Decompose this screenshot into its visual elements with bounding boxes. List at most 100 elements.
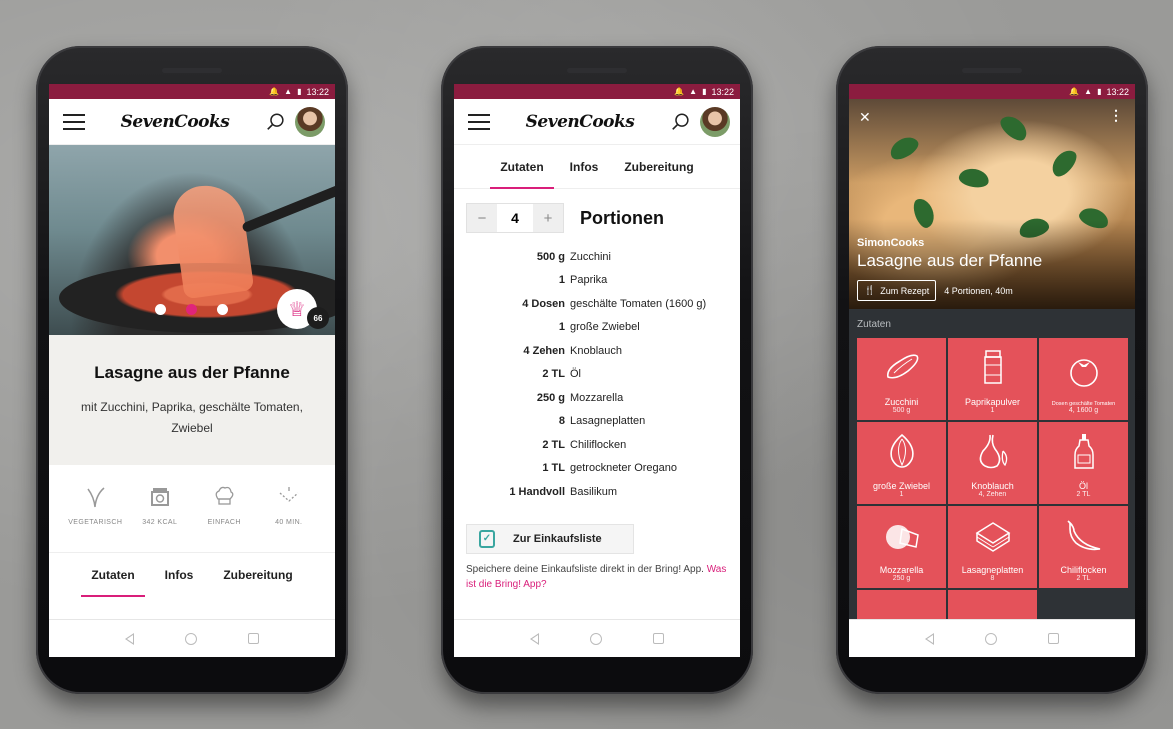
signal-icon: ▲ [284,87,293,96]
menu-icon[interactable] [63,113,85,130]
ingredient-row: 1 große Zwiebel [558,321,640,334]
chili-icon [1066,520,1100,551]
property-calories: 342 KCAL [130,483,190,552]
back-icon[interactable] [124,632,134,645]
recipe-title: Lasagne aus der Pfanne [94,363,290,382]
rating-count-badge: 66 [307,307,329,329]
recipe-hero-image[interactable]: ♕ 66 [49,145,335,335]
phone-speaker [567,68,627,73]
ingredient-tile[interactable]: große Zwiebel 1 [857,422,946,504]
home-icon[interactable] [589,632,602,645]
carousel-dot[interactable] [217,304,228,315]
back-icon[interactable] [529,632,539,645]
recipe-title: Lasagne aus der Pfanne [857,251,1043,270]
recipe-hero-image: ✕ ⋮ SimonCooks Lasagne aus der Pfanne 🍴 … [849,99,1135,309]
app-bar: SevenCooks [49,99,335,145]
status-time: 13:22 [1106,86,1129,97]
tab-zutaten[interactable]: Zutaten [81,553,146,597]
status-bar: 🔔 ▲ ▮ 13:22 [49,84,335,99]
recipe-meta-text: 4 Portionen, 40m [944,285,1013,296]
recipe-tabs: Zutaten Infos Zubereitung [49,553,335,597]
decrement-button[interactable]: − [467,204,497,232]
system-nav-bar [849,619,1135,657]
portion-value: 4 [511,210,519,226]
system-nav-bar [454,619,740,657]
tab-infos[interactable]: Infos [564,145,605,189]
ingredient-tile[interactable]: Paprikapulver 1 [948,338,1037,420]
ingredient-tile[interactable]: Zucchini 500 g [857,338,946,420]
ingredient-tile[interactable]: Chiliflocken 2 TL [1039,506,1128,588]
to-recipe-button[interactable]: 🍴 Zum Rezept [857,280,937,301]
increment-button[interactable]: + [533,204,563,232]
back-icon[interactable] [924,632,934,645]
recent-apps-icon[interactable] [1048,633,1060,644]
portion-stepper: − 4 + [466,203,564,233]
ingredient-row: 4 Dosen geschälte Tomaten (1600 g) [522,297,707,310]
notification-icon: 🔔 [269,87,280,96]
status-bar: 🔔 ▲ ▮ 13:22 [849,84,1135,99]
recent-apps-icon[interactable] [653,633,665,644]
home-icon[interactable] [984,632,997,645]
portion-label: Portionen [580,207,664,228]
close-icon[interactable]: ✕ [859,109,871,126]
avatar[interactable] [295,106,325,137]
carousel-dot[interactable] [155,304,166,315]
recipe-tabs: Zutaten Infos Zubereitung [454,145,740,189]
app-logo[interactable]: SevenCooks [121,112,230,132]
tab-zubereitung[interactable]: Zubereitung [618,145,699,189]
ingredient-tile[interactable]: Mozzarella 250 g [857,506,946,588]
ingredient-tile[interactable]: Öl 2 TL [1039,422,1128,504]
tomato-icon [1069,359,1098,387]
property-difficulty: EINFACH [194,483,254,552]
phone-recipe-detail: 🔔 ▲ ▮ 13:22 ✕ ⋮ SimonCooks Lasagne aus d… [836,46,1148,694]
ingredient-row: 500 g Zucchini [536,250,611,263]
more-options-icon[interactable]: ⋮ [1109,107,1123,124]
search-icon[interactable] [670,111,692,133]
phone-ingredients: 🔔 ▲ ▮ 13:22 SevenCooks Zutaten Infos Zub… [441,46,753,694]
bring-info-text: Speichere deine Einkaufsliste direkt in … [466,563,727,590]
tab-zubereitung[interactable]: Zubereitung [217,553,298,597]
ingredient-row: 2 TL Öl [542,368,581,381]
ingredient-list: 500 g Zucchini 1 Paprika 4 Dosen geschälte … [454,241,740,504]
ingredient-row: 8 Lasagneplatten [558,415,646,428]
zucchini-icon [886,354,918,379]
search-icon[interactable] [265,111,287,133]
tab-infos[interactable]: Infos [159,553,200,597]
phone-recipe-overview: 🔔 ▲ ▮ 13:22 SevenCooks ♕ 66 Lasagne aus … [36,46,348,694]
home-icon[interactable] [184,632,197,645]
ingredient-row: 1 TL getrockneter Oregano [542,462,678,475]
leaf-icon [87,487,105,508]
menu-icon[interactable] [468,113,490,130]
cheese-icon [885,525,919,549]
signal-icon: ▲ [1084,87,1093,96]
ingredient-tile[interactable]: Knoblauch 4, Zehen [948,422,1037,504]
portion-row: − 4 + Portionen [454,189,740,241]
status-time: 13:22 [711,86,734,97]
recipe-properties: VEGETARISCH 342 KCAL EINFACH 40 MIN. [49,465,335,553]
avatar[interactable] [700,106,730,137]
carousel-dot-active[interactable] [186,304,197,315]
ingredient-row: 250 g Mozzarella [536,391,624,404]
status-bar: 🔔 ▲ ▮ 13:22 [454,84,740,99]
ingredients-section-header: Zutaten [857,319,891,330]
ingredient-tile[interactable]: Dosen geschälte Tomaten 4, 1600 g [1039,338,1128,420]
status-time: 13:22 [306,86,329,97]
ingredient-tile[interactable]: Lasagneplatten 8 [948,506,1037,588]
timer-icon [279,487,299,502]
ingredient-grid: Zucchini 500 g Paprikapulver 1 Dosen gesch… [849,338,1135,657]
app-logo[interactable]: SevenCooks [526,112,635,132]
recent-apps-icon[interactable] [248,633,260,644]
phone-speaker [162,68,222,73]
garlic-icon [979,434,1007,469]
ingredient-row: 1 Handvoll Basilikum [509,485,618,498]
chef-hat-icon [215,486,234,505]
recipe-author[interactable]: SimonCooks [857,237,924,249]
property-vegetarian: VEGETARISCH [65,483,125,552]
lasagna-icon [975,522,1010,552]
signal-icon: ▲ [689,87,698,96]
battery-icon: ▮ [702,87,707,96]
tab-zutaten[interactable]: Zutaten [490,145,555,189]
shopping-list-button[interactable]: ✓ Zur Einkaufsliste [466,523,634,554]
screen-ingredients: 🔔 ▲ ▮ 13:22 SevenCooks Zutaten Infos Zub… [454,84,740,657]
phone-speaker [962,68,1022,73]
